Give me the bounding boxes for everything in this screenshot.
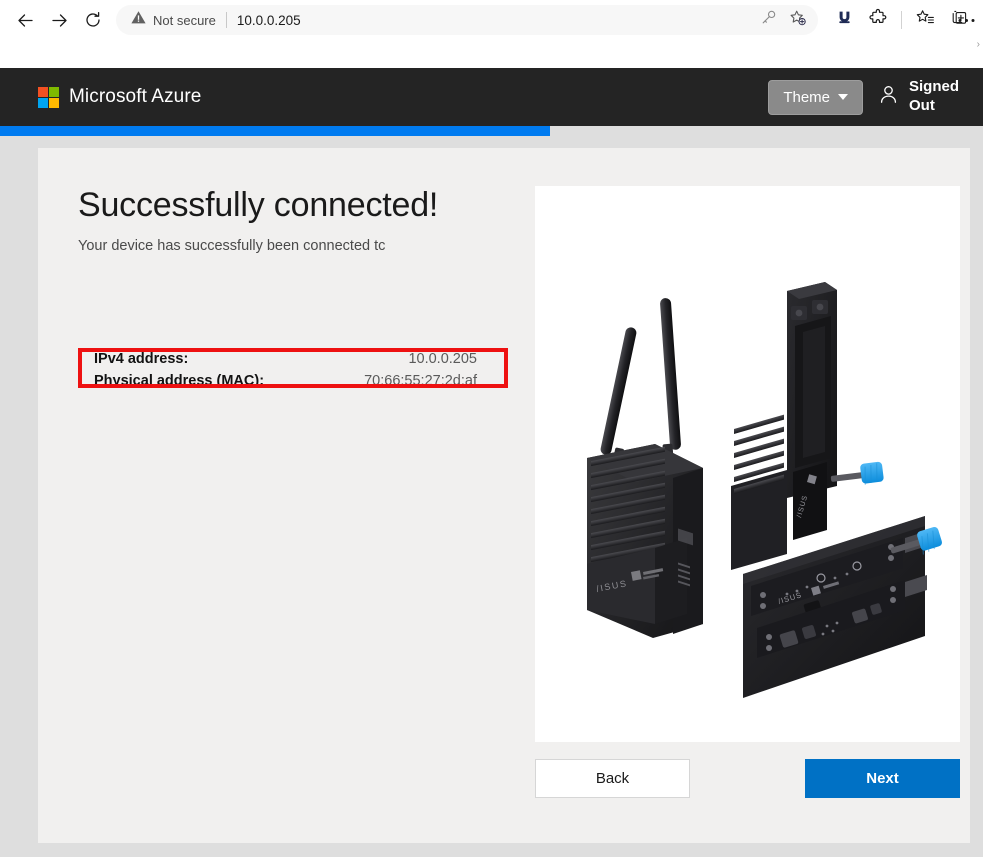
- url-text[interactable]: 10.0.0.205: [237, 13, 754, 28]
- back-button[interactable]: Back: [535, 759, 690, 798]
- account-status[interactable]: Signed Out: [877, 78, 971, 116]
- wizard-button-row: Back Next: [535, 759, 960, 798]
- next-button[interactable]: Next: [805, 759, 960, 798]
- extension-u-icon: [835, 8, 854, 32]
- add-favorite-button[interactable]: [784, 6, 812, 34]
- info-row-mac: Physical address (MAC): 70:66:55:27:2d:a…: [78, 370, 491, 392]
- address-bar-icons: [754, 6, 812, 34]
- forward-arrow-icon: [50, 11, 69, 30]
- mac-label: Physical address (MAC):: [94, 373, 265, 390]
- person-icon: [877, 83, 900, 111]
- star-add-icon: [789, 9, 807, 32]
- extensions-puzzle-icon: [868, 8, 888, 32]
- favorites-list-icon: [916, 8, 935, 32]
- left-column: Successfully connected! Your device has …: [38, 186, 508, 798]
- card-content: Successfully connected! Your device has …: [38, 148, 970, 798]
- setup-card: Successfully connected! Your device has …: [38, 148, 970, 843]
- scroll-indicator: ›: [976, 39, 980, 50]
- toolbar-separator: [901, 11, 902, 29]
- mac-value: 70:66:55:27:2d:af: [364, 373, 477, 390]
- right-column: /ISUS /ISUS /ISUS Back Next: [508, 186, 970, 798]
- theme-button-label: Theme: [783, 88, 830, 106]
- address-bar[interactable]: Not secure 10.0.0.205: [116, 5, 818, 35]
- browser-forward-button[interactable]: [42, 3, 76, 37]
- key-icon: [760, 9, 777, 31]
- device-illustration: /ISUS /ISUS /ISUS: [587, 282, 942, 698]
- ipv4-value: 10.0.0.205: [408, 351, 477, 368]
- bracket-heatsink: [731, 414, 787, 570]
- header-actions: Theme Signed Out: [768, 78, 971, 116]
- address-separator: [225, 12, 227, 28]
- device-info-list: IPv4 address: 10.0.0.205 Physical addres…: [78, 348, 508, 392]
- brand-name: Microsoft Azure: [69, 86, 202, 107]
- chevron-down-icon: [838, 94, 848, 100]
- microsoft-logo-icon: [38, 86, 59, 108]
- setup-progress-bar: [0, 126, 983, 136]
- favorites-button[interactable]: [909, 4, 941, 36]
- browser-refresh-button[interactable]: [76, 3, 110, 37]
- azure-header: Microsoft Azure Theme Signed Out: [0, 68, 983, 126]
- security-label: Not secure: [153, 12, 216, 28]
- browser-back-button[interactable]: [8, 3, 42, 37]
- info-row-ipv4: IPv4 address: 10.0.0.205: [78, 348, 491, 370]
- refresh-icon: [84, 11, 102, 29]
- antenna-left: [600, 327, 637, 463]
- browser-chrome: Not secure 10.0.0.205 ›: [0, 0, 983, 68]
- brand-logo[interactable]: Microsoft Azure: [38, 86, 201, 108]
- theme-dropdown-button[interactable]: Theme: [768, 79, 863, 115]
- page-title: Successfully connected!: [78, 186, 439, 224]
- setup-progress-fill: [0, 126, 551, 136]
- password-manager-button[interactable]: [754, 6, 782, 34]
- browser-nav-bar: Not secure 10.0.0.205 ›: [0, 0, 983, 50]
- antenna-right: [660, 298, 681, 461]
- edge-device-body: /ISUS: [587, 444, 703, 638]
- more-options-icon: [957, 10, 976, 28]
- browser-more-options-button[interactable]: [951, 3, 981, 35]
- page-subtitle: Your device has successfully been connec…: [78, 238, 386, 255]
- extension-u-button[interactable]: [828, 4, 860, 36]
- extensions-button[interactable]: [862, 4, 894, 36]
- device-photo: /ISUS /ISUS /ISUS: [535, 186, 960, 742]
- not-secure-warning-icon: [130, 9, 147, 31]
- security-status[interactable]: Not secure: [130, 9, 216, 31]
- signed-out-label: Signed Out: [909, 78, 960, 114]
- back-arrow-icon: [16, 11, 35, 30]
- mounting-bracket-vertical: /ISUS: [731, 282, 884, 570]
- page-body: Successfully connected! Your device has …: [0, 136, 983, 857]
- ipv4-label: IPv4 address:: [94, 351, 189, 368]
